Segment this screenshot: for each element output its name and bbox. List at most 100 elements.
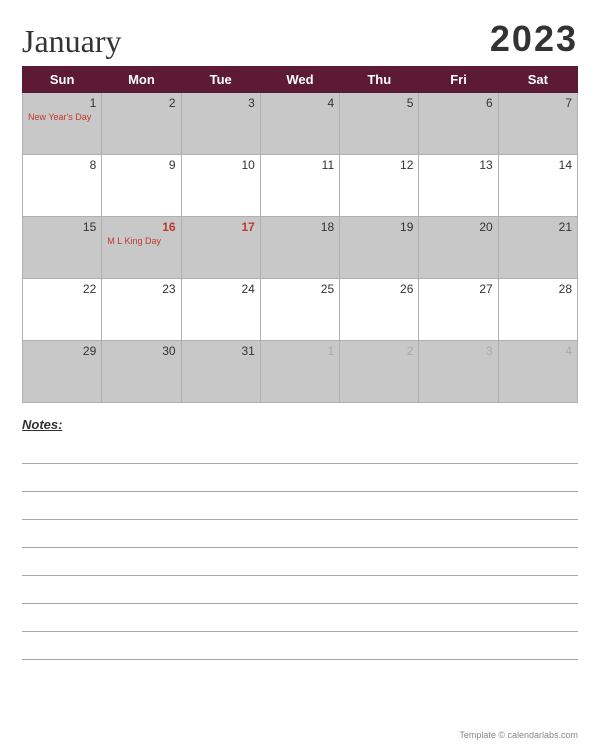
- notes-line-3[interactable]: [22, 492, 578, 520]
- calendar-cell: 31: [181, 341, 260, 403]
- day-number: 21: [504, 220, 572, 234]
- calendar-cell: 15: [23, 217, 102, 279]
- calendar-table: Sun Mon Tue Wed Thu Fri Sat 1 New Year's …: [22, 66, 578, 403]
- calendar-cell: 5: [340, 93, 419, 155]
- notes-line-6[interactable]: [22, 576, 578, 604]
- calendar-cell: 11: [260, 155, 339, 217]
- calendar-cell: 2: [340, 341, 419, 403]
- calendar-cell: 19: [340, 217, 419, 279]
- day-number: 29: [28, 344, 96, 358]
- calendar-cell: 17: [181, 217, 260, 279]
- calendar-week-5: 29 30 31 1234: [23, 341, 578, 403]
- calendar-cell: 16 M L King Day: [102, 217, 181, 279]
- weekday-thu: Thu: [340, 67, 419, 93]
- weekday-sun: Sun: [23, 67, 102, 93]
- calendar-cell: 13: [419, 155, 498, 217]
- day-number: 14: [504, 158, 572, 172]
- footer: Template © calendarlabs.com: [22, 730, 578, 740]
- calendar-cell: 24: [181, 279, 260, 341]
- calendar-cell: 23: [102, 279, 181, 341]
- calendar-cell: 30: [102, 341, 181, 403]
- weekday-tue: Tue: [181, 67, 260, 93]
- day-number: 7: [504, 96, 572, 110]
- day-number: 4: [504, 344, 572, 358]
- day-number: 27: [424, 282, 492, 296]
- calendar-week-3: 15 16 M L King Day 17 18 19 20 21: [23, 217, 578, 279]
- calendar-week-4: 22 23 24 25 26 27 28: [23, 279, 578, 341]
- day-number: 28: [504, 282, 572, 296]
- day-number: 26: [345, 282, 413, 296]
- day-number: 4: [266, 96, 334, 110]
- calendar-cell: 8: [23, 155, 102, 217]
- day-number: 3: [187, 96, 255, 110]
- weekday-fri: Fri: [419, 67, 498, 93]
- day-number: 2: [345, 344, 413, 358]
- calendar-cell: 6: [419, 93, 498, 155]
- calendar-cell: 9: [102, 155, 181, 217]
- day-number: 12: [345, 158, 413, 172]
- day-number: 1: [28, 96, 96, 110]
- day-number: 17: [187, 220, 255, 234]
- calendar-week-2: 89 10 11 12 13 14: [23, 155, 578, 217]
- weekday-sat: Sat: [498, 67, 577, 93]
- calendar-cell: 27: [419, 279, 498, 341]
- event-mlking-day: M L King Day: [107, 236, 175, 248]
- calendar-cell: 10: [181, 155, 260, 217]
- notes-section: Notes:: [22, 417, 578, 726]
- page: January 2023 Sun Mon Tue Wed Thu Fri Sat…: [0, 0, 600, 750]
- day-number: 2: [107, 96, 175, 110]
- day-number: 18: [266, 220, 334, 234]
- weekday-mon: Mon: [102, 67, 181, 93]
- calendar-cell: 3: [419, 341, 498, 403]
- event-new-years-day: New Year's Day: [28, 112, 96, 124]
- notes-line-2[interactable]: [22, 464, 578, 492]
- day-number: 31: [187, 344, 255, 358]
- day-number: 10: [187, 158, 255, 172]
- day-number: 5: [345, 96, 413, 110]
- calendar-cell: 3: [181, 93, 260, 155]
- calendar-cell: 26: [340, 279, 419, 341]
- day-number: 23: [107, 282, 175, 296]
- weekday-header-row: Sun Mon Tue Wed Thu Fri Sat: [23, 67, 578, 93]
- day-number: 6: [424, 96, 492, 110]
- calendar-header: January 2023: [22, 18, 578, 60]
- calendar-cell: 4: [260, 93, 339, 155]
- day-number: 1: [266, 344, 334, 358]
- calendar-cell: 14: [498, 155, 577, 217]
- calendar-cell: 18: [260, 217, 339, 279]
- day-number: 16: [107, 220, 175, 234]
- day-number: 9: [107, 158, 175, 172]
- day-number: 24: [187, 282, 255, 296]
- month-title: January: [22, 23, 122, 60]
- calendar-cell: 20: [419, 217, 498, 279]
- notes-line-4[interactable]: [22, 520, 578, 548]
- day-number: 11: [266, 158, 334, 172]
- calendar-cell: 1: [260, 341, 339, 403]
- calendar-cell: 7: [498, 93, 577, 155]
- day-number: 30: [107, 344, 175, 358]
- calendar-cell: 29: [23, 341, 102, 403]
- year-title: 2023: [490, 18, 578, 60]
- calendar-cell: 2: [102, 93, 181, 155]
- notes-line-5[interactable]: [22, 548, 578, 576]
- day-number: 3: [424, 344, 492, 358]
- calendar-cell: 1 New Year's Day: [23, 93, 102, 155]
- notes-lines: [22, 436, 578, 660]
- day-number: 22: [28, 282, 96, 296]
- day-number: 15: [28, 220, 96, 234]
- notes-line-8[interactable]: [22, 632, 578, 660]
- notes-label: Notes:: [22, 417, 578, 432]
- calendar-week-1: 1 New Year's Day 234567: [23, 93, 578, 155]
- calendar-cell: 12: [340, 155, 419, 217]
- calendar-cell: 4: [498, 341, 577, 403]
- weekday-wed: Wed: [260, 67, 339, 93]
- day-number: 8: [28, 158, 96, 172]
- notes-line-7[interactable]: [22, 604, 578, 632]
- day-number: 25: [266, 282, 334, 296]
- notes-line-1[interactable]: [22, 436, 578, 464]
- day-number: 19: [345, 220, 413, 234]
- calendar-cell: 22: [23, 279, 102, 341]
- day-number: 13: [424, 158, 492, 172]
- day-number: 20: [424, 220, 492, 234]
- calendar-cell: 21: [498, 217, 577, 279]
